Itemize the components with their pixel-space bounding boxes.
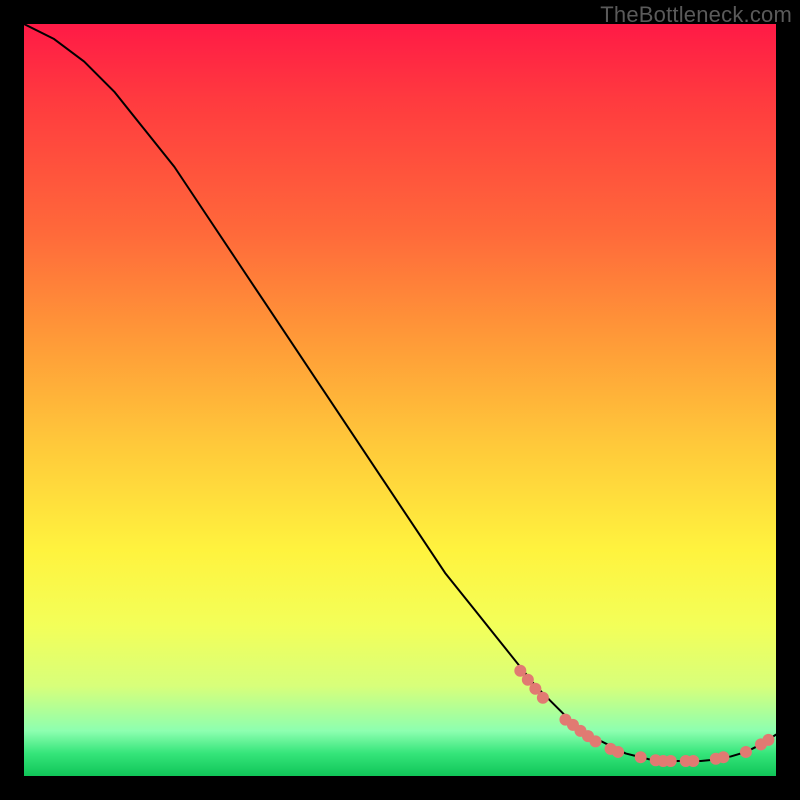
chart-frame: TheBottleneck.com [0,0,800,800]
marker-dot [762,734,774,746]
marker-dot [740,746,752,758]
marker-group [514,665,774,767]
marker-dot [635,751,647,763]
marker-dot [590,735,602,747]
marker-dot [717,751,729,763]
plot-area [24,24,776,776]
curve-line [24,24,776,761]
marker-dot [612,746,624,758]
marker-dot [665,755,677,767]
marker-dot [687,755,699,767]
chart-svg [24,24,776,776]
marker-dot [537,692,549,704]
